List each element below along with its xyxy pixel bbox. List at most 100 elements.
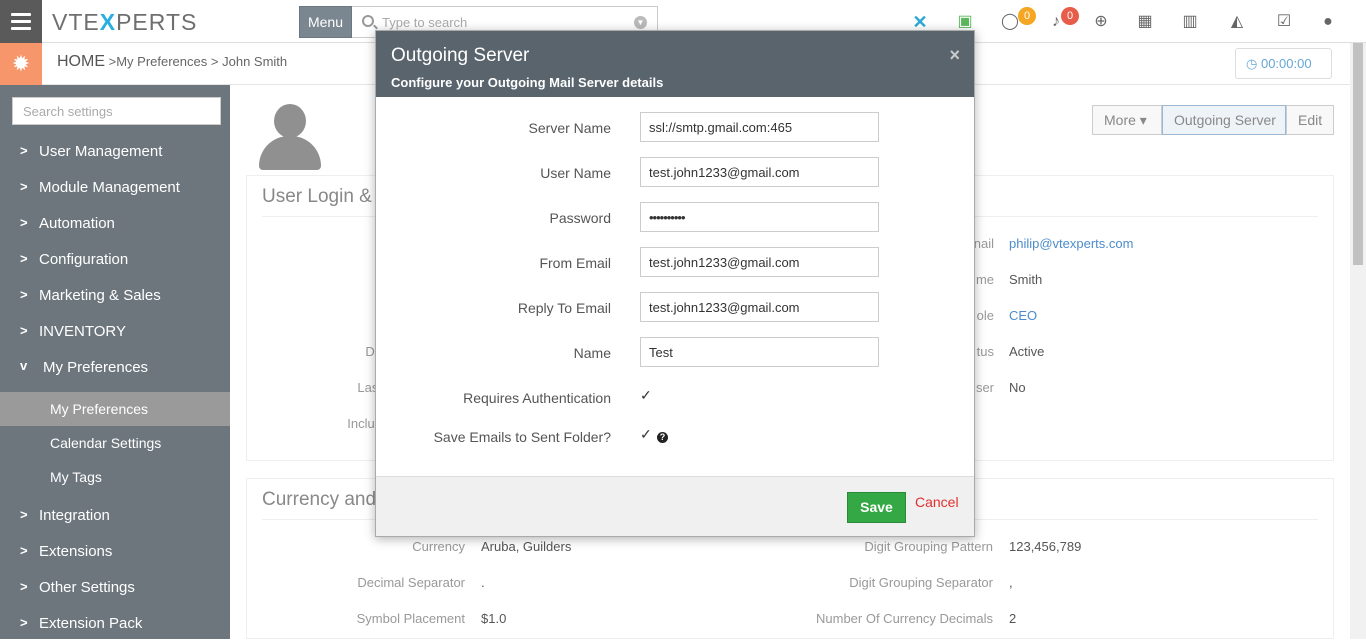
more-button[interactable]: More ▾ — [1092, 105, 1162, 135]
calendar-check-icon[interactable]: ▣ — [955, 12, 975, 32]
field-label: Decimal Separator — [357, 575, 465, 590]
server-name-input[interactable]: ssl://smtp.gmail.com:465 — [640, 112, 879, 142]
bar-chart-icon[interactable]: ▥ — [1180, 12, 1200, 32]
help-icon[interactable]: ? — [657, 432, 668, 443]
sidebar-item-my-preferences[interactable]: v My Preferences — [0, 350, 230, 384]
more-label: More — [1104, 112, 1136, 128]
breadcrumb-my-preferences[interactable]: My Preferences — [116, 54, 207, 69]
page-scrollbar[interactable] — [1350, 43, 1366, 639]
sidebar-item-label: Module Management — [39, 179, 180, 196]
outgoing-server-button[interactable]: Outgoing Server — [1162, 105, 1286, 135]
name-label: Name — [573, 345, 611, 361]
search-placeholder: Type to search — [382, 15, 468, 30]
sidebar-item-inventory[interactable]: > INVENTORY — [0, 314, 230, 348]
search-icon — [362, 15, 374, 27]
user-avatar-icon — [259, 104, 321, 170]
field-value: Aruba, Guilders — [481, 539, 572, 554]
timer-value: 00:00:00 — [1260, 56, 1312, 71]
user-name-label: User Name — [540, 165, 611, 181]
field-label: Currency — [412, 539, 465, 554]
field-value: . — [481, 575, 485, 590]
modal-subtitle: Configure your Outgoing Mail Server deta… — [391, 75, 664, 90]
sidebar-item-module-management[interactable]: > Module Management — [0, 170, 230, 204]
chat-icon[interactable]: ◯ — [1000, 12, 1020, 32]
sidebar-item-extension-pack[interactable]: > Extension Pack — [0, 606, 230, 640]
breadcrumb-home[interactable]: HOME — [57, 53, 105, 70]
close-icon[interactable]: × — [949, 45, 960, 66]
field-value: , — [1009, 575, 1013, 590]
field-value: 123,456,789 — [1009, 539, 1082, 554]
email-value[interactable]: philip@vtexperts.com — [1009, 236, 1133, 251]
last-name-value: Smith — [1009, 272, 1043, 287]
settings-search-input[interactable]: Search settings — [12, 97, 221, 125]
admin-value: No — [1009, 380, 1026, 395]
timer-display[interactable]: ◷ 00:00:00 — [1235, 48, 1332, 79]
reply-to-email-input[interactable]: test.john1233@gmail.com — [640, 292, 879, 322]
sidebar-item-label: Extension Pack — [39, 615, 143, 632]
app-logo[interactable]: VTEXPERTS — [52, 9, 197, 36]
sidebar-item-label: Automation — [39, 215, 115, 232]
sidebar-subitem-my-tags[interactable]: My Tags — [0, 460, 230, 494]
chevron-right-icon: > — [20, 507, 28, 522]
sidebar-item-integration[interactable]: > Integration — [0, 498, 230, 532]
breadcrumb: HOME >My Preferences > John Smith — [57, 53, 287, 71]
chevron-right-icon: > — [20, 251, 28, 266]
modal-header: Outgoing Server Configure your Outgoing … — [376, 31, 974, 97]
area-chart-icon[interactable]: ◭ — [1227, 12, 1247, 32]
settings-sidebar: Search settings > User Management > Module… — [0, 85, 230, 639]
chat-count-badge: 0 — [1018, 7, 1036, 25]
sidebar-item-label: Other Settings — [39, 579, 135, 596]
notification-count-badge: 0 — [1061, 7, 1079, 25]
sidebar-item-label: User Management — [39, 143, 163, 160]
field-label: Digit Grouping Separator — [849, 575, 993, 590]
breadcrumb-separator: > — [210, 54, 219, 69]
calendar-icon[interactable]: ▦ — [1135, 12, 1155, 32]
sidebar-item-label: Integration — [39, 507, 110, 524]
field-value: $1.0 — [481, 611, 507, 626]
chevron-right-icon: > — [20, 615, 28, 630]
user-icon[interactable]: ● — [1318, 12, 1338, 32]
chevron-right-icon: > — [20, 215, 28, 230]
requires-authentication-checkbox[interactable]: ✓ — [640, 388, 654, 402]
scrollbar-thumb[interactable] — [1353, 43, 1363, 265]
chevron-right-icon: > — [20, 287, 28, 302]
name-input[interactable]: Test — [640, 337, 879, 367]
hamburger-menu-icon[interactable] — [0, 0, 42, 43]
sidebar-item-configuration[interactable]: > Configuration — [0, 242, 230, 276]
card-title: User Login & — [262, 186, 372, 207]
edit-button[interactable]: Edit — [1286, 105, 1334, 135]
save-button[interactable]: Save — [847, 492, 906, 523]
user-name-input[interactable]: test.john1233@gmail.com — [640, 157, 879, 187]
outgoing-server-modal: Outgoing Server Configure your Outgoing … — [375, 30, 975, 537]
save-emails-sent-checkbox[interactable]: ✓ — [640, 427, 654, 441]
sidebar-subitem-my-preferences[interactable]: My Preferences — [0, 392, 230, 426]
sidebar-item-label: INVENTORY — [39, 323, 126, 340]
sidebar-subitem-calendar-settings[interactable]: Calendar Settings — [0, 426, 230, 460]
field-label: Symbol Placement — [356, 611, 465, 626]
clock-icon: ◷ — [1246, 56, 1261, 71]
password-input[interactable]: •••••••••• — [640, 202, 879, 232]
cancel-button[interactable]: Cancel — [915, 494, 959, 510]
chevron-down-icon[interactable]: ▼ — [634, 16, 647, 29]
from-email-input[interactable]: test.john1233@gmail.com — [640, 247, 879, 277]
chevron-right-icon: > — [20, 579, 28, 594]
plus-circle-icon[interactable]: ⊕ — [1091, 12, 1111, 32]
modal-footer: Save Cancel — [376, 476, 974, 536]
sidebar-item-automation[interactable]: > Automation — [0, 206, 230, 240]
settings-gear-icon[interactable]: ✹ — [0, 43, 42, 85]
password-label: Password — [549, 210, 611, 226]
menu-button[interactable]: Menu — [299, 6, 352, 38]
from-email-label: From Email — [539, 255, 611, 271]
role-value[interactable]: CEO — [1009, 308, 1037, 323]
sidebar-item-label: Extensions — [39, 543, 113, 560]
status-value: Active — [1009, 344, 1045, 359]
sidebar-item-extensions[interactable]: > Extensions — [0, 534, 230, 568]
vtiger-x-icon[interactable]: ✕ — [910, 12, 930, 32]
sidebar-item-marketing-sales[interactable]: > Marketing & Sales — [0, 278, 230, 312]
save-emails-sent-label: Save Emails to Sent Folder? — [433, 429, 611, 445]
modal-title: Outgoing Server — [391, 45, 530, 66]
checkbox-icon[interactable]: ☑ — [1274, 12, 1294, 32]
chevron-down-icon: v — [20, 358, 28, 373]
sidebar-item-user-management[interactable]: > User Management — [0, 134, 230, 168]
sidebar-item-other-settings[interactable]: > Other Settings — [0, 570, 230, 604]
